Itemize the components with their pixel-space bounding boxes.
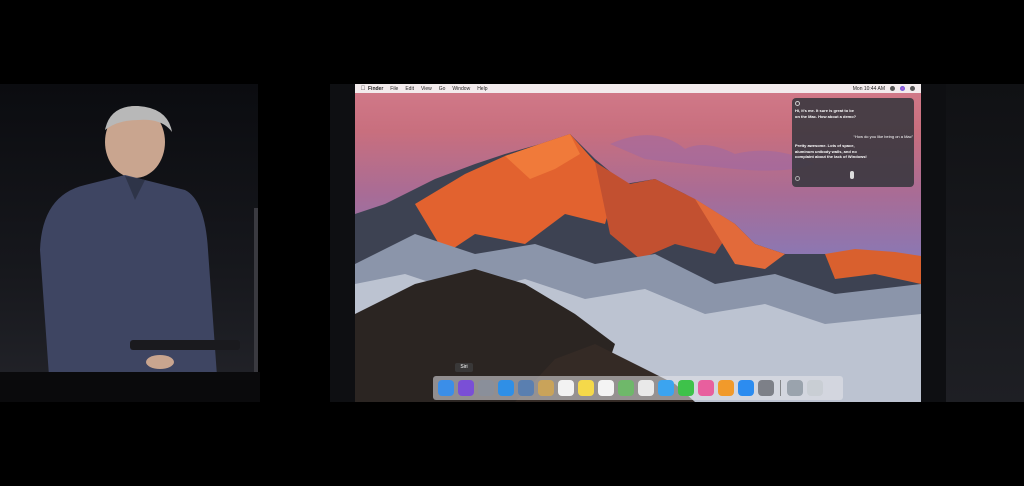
menu-go[interactable]: Go <box>439 86 446 92</box>
app-store-icon[interactable] <box>738 380 754 396</box>
menu-app-finder[interactable]: Finder <box>368 86 383 92</box>
maps-icon[interactable] <box>618 380 634 396</box>
menu-file[interactable]: File <box>390 86 398 92</box>
siri-panel: Hi, it's me. It sure is great to be on t… <box>792 98 914 187</box>
menu-help[interactable]: Help <box>477 86 487 92</box>
dock-tooltip: Siri <box>455 363 473 372</box>
menu-view[interactable]: View <box>421 86 432 92</box>
facetime-icon[interactable] <box>678 380 694 396</box>
system-preferences-icon[interactable] <box>758 380 774 396</box>
info-icon[interactable] <box>795 101 800 106</box>
notification-center-icon[interactable] <box>910 86 915 91</box>
contacts-icon[interactable] <box>538 380 554 396</box>
podium <box>0 372 260 402</box>
apple-menu-icon[interactable]:  <box>358 86 368 92</box>
siri-menubar-icon[interactable] <box>900 86 905 91</box>
notes-icon[interactable] <box>578 380 594 396</box>
menu-window[interactable]: Window <box>452 86 470 92</box>
keynote-stage:  Finder File Edit View Go Window Help M… <box>0 0 1024 486</box>
safari-icon[interactable] <box>498 380 514 396</box>
dock <box>433 376 843 400</box>
microphone-icon[interactable] <box>850 171 854 179</box>
messages-icon[interactable] <box>658 380 674 396</box>
downloads-stack-icon[interactable] <box>787 380 803 396</box>
finder-icon[interactable] <box>438 380 454 396</box>
dock-separator <box>780 380 781 396</box>
right-stage-screen <box>946 84 1024 402</box>
photo-booth-icon[interactable] <box>518 380 534 396</box>
trash-icon[interactable] <box>807 380 823 396</box>
mac-desktop:  Finder File Edit View Go Window Help M… <box>355 84 921 402</box>
menu-edit[interactable]: Edit <box>405 86 414 92</box>
help-icon[interactable] <box>795 176 800 181</box>
menubar-clock[interactable]: Mon 10:44 AM <box>853 86 885 92</box>
siri-user-question: “How do you like being on a Mac” <box>853 134 913 139</box>
photos-icon[interactable] <box>638 380 654 396</box>
siri-answer: Pretty awesome. Lots of space, aluminum … <box>795 143 867 159</box>
launchpad-icon[interactable] <box>478 380 494 396</box>
spotlight-icon[interactable] <box>890 86 895 91</box>
presenter <box>40 105 240 390</box>
reminders-icon[interactable] <box>598 380 614 396</box>
itunes-icon[interactable] <box>698 380 714 396</box>
ibooks-icon[interactable] <box>718 380 734 396</box>
siri-greeting: Hi, it's me. It sure is great to be on t… <box>795 108 857 119</box>
calendar-icon[interactable] <box>558 380 574 396</box>
siri-icon[interactable] <box>458 380 474 396</box>
microphone-stand <box>254 208 258 372</box>
menu-bar:  Finder File Edit View Go Window Help M… <box>355 84 921 93</box>
